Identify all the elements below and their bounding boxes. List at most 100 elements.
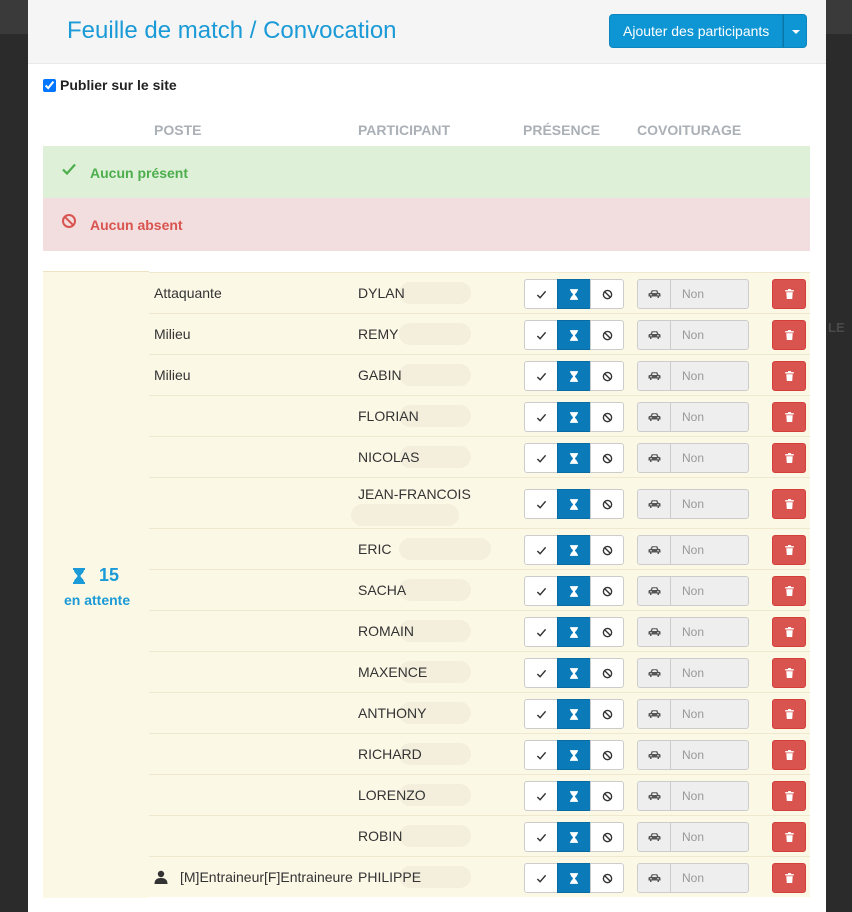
mark-absent-button[interactable] <box>590 617 624 647</box>
mark-absent-button[interactable] <box>590 535 624 565</box>
participant-poste-label: Milieu <box>154 367 191 383</box>
mark-waiting-button[interactable] <box>557 699 591 729</box>
carpool-input[interactable]: Non <box>671 279 749 309</box>
mark-waiting-button[interactable] <box>557 361 591 391</box>
carpool-input[interactable]: Non <box>671 361 749 391</box>
mark-present-button[interactable] <box>524 699 558 729</box>
mark-waiting-button[interactable] <box>557 402 591 432</box>
mark-present-button[interactable] <box>524 863 558 893</box>
carpool-input[interactable]: Non <box>671 576 749 606</box>
presence-toggle <box>524 740 624 770</box>
mark-present-button[interactable] <box>524 489 558 519</box>
mark-present-button[interactable] <box>524 320 558 350</box>
carpool-input[interactable]: Non <box>671 535 749 565</box>
add-participants-dropdown-toggle[interactable] <box>783 14 808 48</box>
participant-row: ANTHONY Non <box>149 692 810 733</box>
redacted-name <box>399 579 471 601</box>
carpool-input[interactable]: Non <box>671 402 749 432</box>
mark-present-button[interactable] <box>524 361 558 391</box>
mark-waiting-button[interactable] <box>557 863 591 893</box>
participant-row: MAXENCE Non <box>149 651 810 692</box>
delete-participant-button[interactable] <box>772 361 806 391</box>
publish-checkbox[interactable] <box>43 78 56 92</box>
car-icon <box>637 489 671 519</box>
carpool-input[interactable]: Non <box>671 781 749 811</box>
trash-icon <box>784 832 794 842</box>
mark-present-button[interactable] <box>524 279 558 309</box>
mark-absent-button[interactable] <box>590 822 624 852</box>
mark-waiting-button[interactable] <box>557 822 591 852</box>
mark-present-button[interactable] <box>524 402 558 432</box>
publish-on-site[interactable]: Publier sur le site <box>43 77 177 93</box>
mark-present-button[interactable] <box>524 617 558 647</box>
check-icon <box>536 545 547 556</box>
ban-icon <box>602 289 613 300</box>
mark-waiting-button[interactable] <box>557 320 591 350</box>
mark-waiting-button[interactable] <box>557 443 591 473</box>
delete-participant-button[interactable] <box>772 489 806 519</box>
trash-icon <box>784 453 794 463</box>
mark-waiting-button[interactable] <box>557 781 591 811</box>
delete-participant-button[interactable] <box>772 781 806 811</box>
mark-waiting-button[interactable] <box>557 535 591 565</box>
mark-present-button[interactable] <box>524 576 558 606</box>
mark-waiting-button[interactable] <box>557 658 591 688</box>
delete-participant-button[interactable] <box>772 863 806 893</box>
carpool-input[interactable]: Non <box>671 822 749 852</box>
delete-participant-button[interactable] <box>772 822 806 852</box>
check-icon <box>536 791 547 802</box>
mark-present-button[interactable] <box>524 535 558 565</box>
add-participants-button[interactable]: Ajouter des participants <box>609 14 784 48</box>
mark-present-button[interactable] <box>524 443 558 473</box>
carpool-input[interactable]: Non <box>671 617 749 647</box>
carpool-input[interactable]: Non <box>671 443 749 473</box>
delete-participant-button[interactable] <box>772 279 806 309</box>
redacted-name <box>399 323 471 345</box>
carpool-input[interactable]: Non <box>671 740 749 770</box>
mark-absent-button[interactable] <box>590 781 624 811</box>
delete-participant-button[interactable] <box>772 699 806 729</box>
mark-absent-button[interactable] <box>590 576 624 606</box>
mark-absent-button[interactable] <box>590 740 624 770</box>
mark-absent-button[interactable] <box>590 279 624 309</box>
mark-present-button[interactable] <box>524 658 558 688</box>
mark-present-button[interactable] <box>524 822 558 852</box>
delete-participant-button[interactable] <box>772 402 806 432</box>
mark-absent-button[interactable] <box>590 489 624 519</box>
carpool-input[interactable]: Non <box>671 658 749 688</box>
carpool-input[interactable]: Non <box>671 320 749 350</box>
participant-row: ROBIN Non <box>149 815 810 856</box>
mark-waiting-button[interactable] <box>557 617 591 647</box>
delete-participant-button[interactable] <box>772 658 806 688</box>
mark-waiting-button[interactable] <box>557 279 591 309</box>
mark-waiting-button[interactable] <box>557 489 591 519</box>
participant-name: ROBIN <box>358 828 403 844</box>
mark-absent-button[interactable] <box>590 863 624 893</box>
mark-absent-button[interactable] <box>590 361 624 391</box>
car-icon <box>637 617 671 647</box>
delete-participant-button[interactable] <box>772 535 806 565</box>
presence-toggle <box>524 863 624 893</box>
mark-absent-button[interactable] <box>590 320 624 350</box>
delete-participant-button[interactable] <box>772 740 806 770</box>
carpool-input[interactable]: Non <box>671 489 749 519</box>
mark-absent-button[interactable] <box>590 402 624 432</box>
carpool-input[interactable]: Non <box>671 863 749 893</box>
delete-participant-button[interactable] <box>772 320 806 350</box>
mark-waiting-button[interactable] <box>557 576 591 606</box>
mark-absent-button[interactable] <box>590 443 624 473</box>
present-group: Aucun présent <box>43 146 810 199</box>
presence-toggle <box>524 658 624 688</box>
delete-participant-button[interactable] <box>772 576 806 606</box>
mark-present-button[interactable] <box>524 781 558 811</box>
carpool-input[interactable]: Non <box>671 699 749 729</box>
delete-participant-button[interactable] <box>772 617 806 647</box>
mark-present-button[interactable] <box>524 740 558 770</box>
delete-participant-button[interactable] <box>772 443 806 473</box>
presence-toggle <box>524 489 624 519</box>
waiting-group: 15 en attente <box>43 271 149 898</box>
waiting-count-value: 15 <box>99 565 120 585</box>
mark-absent-button[interactable] <box>590 658 624 688</box>
mark-waiting-button[interactable] <box>557 740 591 770</box>
mark-absent-button[interactable] <box>590 699 624 729</box>
